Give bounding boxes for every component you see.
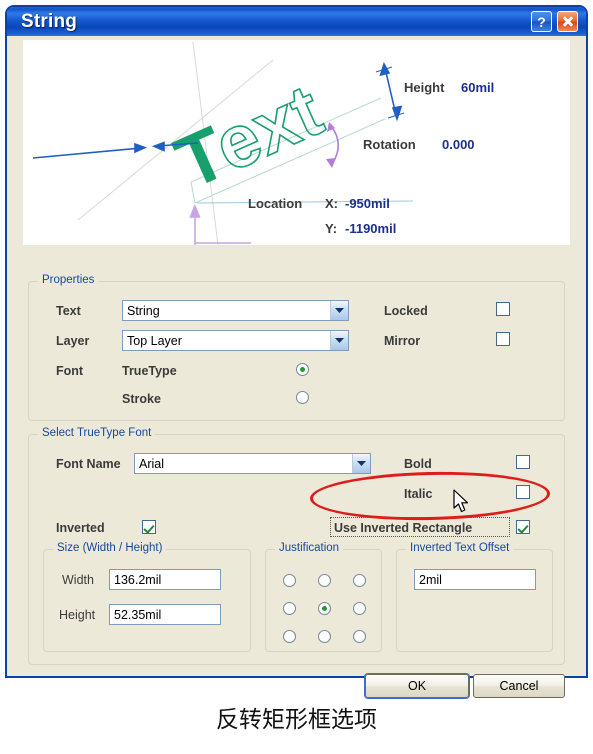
locked-checkbox[interactable] [496,302,510,316]
bold-checkbox[interactable] [516,455,530,469]
layer-label: Layer [56,334,90,348]
italic-checkbox[interactable] [516,485,530,499]
justification-radio-bottom-center[interactable] [318,630,331,643]
preview-location-label: Location [248,196,302,211]
figure-caption: 反转矩形框选项 [216,707,377,733]
select-truetype-font-group: Select TrueType Font Font Name Arial Bol… [28,427,565,665]
use-inverted-rectangle-label: Use Inverted Rectangle [334,521,473,535]
truetype-label: TrueType [122,364,177,378]
screenshot-root: String ? T ext Height 60mil Rotation 0.0… [0,0,593,754]
truetype-radio[interactable] [296,363,309,376]
justification-radio-bottom-right[interactable] [353,630,366,643]
properties-group: Properties Text String Locked Layer Top … [28,274,565,421]
justification-radio-middle-center[interactable] [318,602,331,615]
inverted-text-offset-group: Inverted Text Offset 2mil [396,542,553,652]
stroke-radio[interactable] [296,391,309,404]
size-group-label: Size (Width / Height) [53,542,167,554]
font-name-label: Font Name [56,457,121,471]
cancel-button[interactable]: Cancel [473,674,565,698]
justification-radio-top-right[interactable] [353,574,366,587]
text-preview-panel: T ext Height 60mil Rotation 0.000 Locati… [23,40,570,245]
justification-group: Justification [265,542,382,652]
preview-location-y-value: -1190mil [345,221,396,236]
truetype-group-label: Select TrueType Font [38,427,156,439]
help-button[interactable]: ? [531,11,552,32]
preview-rotation-value: 0.000 [442,137,475,152]
preview-location-y-label: Y: [325,221,337,236]
font-name-combo[interactable]: Arial [134,453,371,474]
chevron-down-icon[interactable] [330,331,348,350]
text-combo-value: String [127,303,160,318]
properties-group-label: Properties [38,274,99,286]
italic-label: Italic [404,487,433,501]
preview-rotation-label: Rotation [363,137,416,152]
inverted-text-offset-group-label: Inverted Text Offset [406,542,514,554]
justification-radio-top-center[interactable] [318,574,331,587]
mirror-label: Mirror [384,334,421,348]
justification-radio-top-left[interactable] [283,574,296,587]
inverted-checkbox[interactable] [142,520,156,534]
height-label: Height [59,608,96,622]
justification-radio-middle-left[interactable] [283,602,296,615]
chevron-down-icon[interactable] [352,454,370,473]
inverted-text-offset-input[interactable]: 2mil [414,569,536,590]
layer-combo-value: Top Layer [127,333,182,348]
preview-location-x-value: -950mil [345,196,390,211]
mirror-checkbox[interactable] [496,332,510,346]
justification-radio-middle-right[interactable] [353,602,366,615]
preview-location-x-label: X: [325,196,338,211]
layer-combo[interactable]: Top Layer [122,330,349,351]
justification-group-label: Justification [275,542,344,554]
dialog-client-area: T ext Height 60mil Rotation 0.000 Locati… [10,36,583,698]
string-dialog: String ? T ext Height 60mil Rotation 0.0… [6,6,587,698]
text-label: Text [56,304,81,318]
locked-label: Locked [384,304,428,318]
preview-height-value: 60mil [461,80,494,95]
height-input[interactable]: 52.35mil [109,604,221,625]
close-icon [562,16,573,27]
preview-height-label: Height [404,80,445,95]
inverted-label: Inverted [56,521,105,535]
question-mark-icon: ? [537,13,546,30]
close-button[interactable] [557,11,578,32]
chevron-down-icon[interactable] [330,301,348,320]
justification-radio-bottom-left[interactable] [283,630,296,643]
font-name-combo-value: Arial [139,456,165,471]
use-inverted-rectangle-checkbox[interactable] [516,520,530,534]
ok-button[interactable]: OK [365,674,469,698]
width-label: Width [62,573,94,587]
bold-label: Bold [404,457,432,471]
font-label: Font [56,364,84,378]
stroke-label: Stroke [122,392,161,406]
size-group: Size (Width / Height) Width 136.2mil Hei… [43,542,251,652]
title-bar: String ? [7,7,586,36]
window-title: String [21,11,78,32]
text-combo[interactable]: String [122,300,349,321]
preview-diagram: T ext Height 60mil Rotation 0.000 Locati… [32,41,494,245]
width-input[interactable]: 136.2mil [109,569,221,590]
